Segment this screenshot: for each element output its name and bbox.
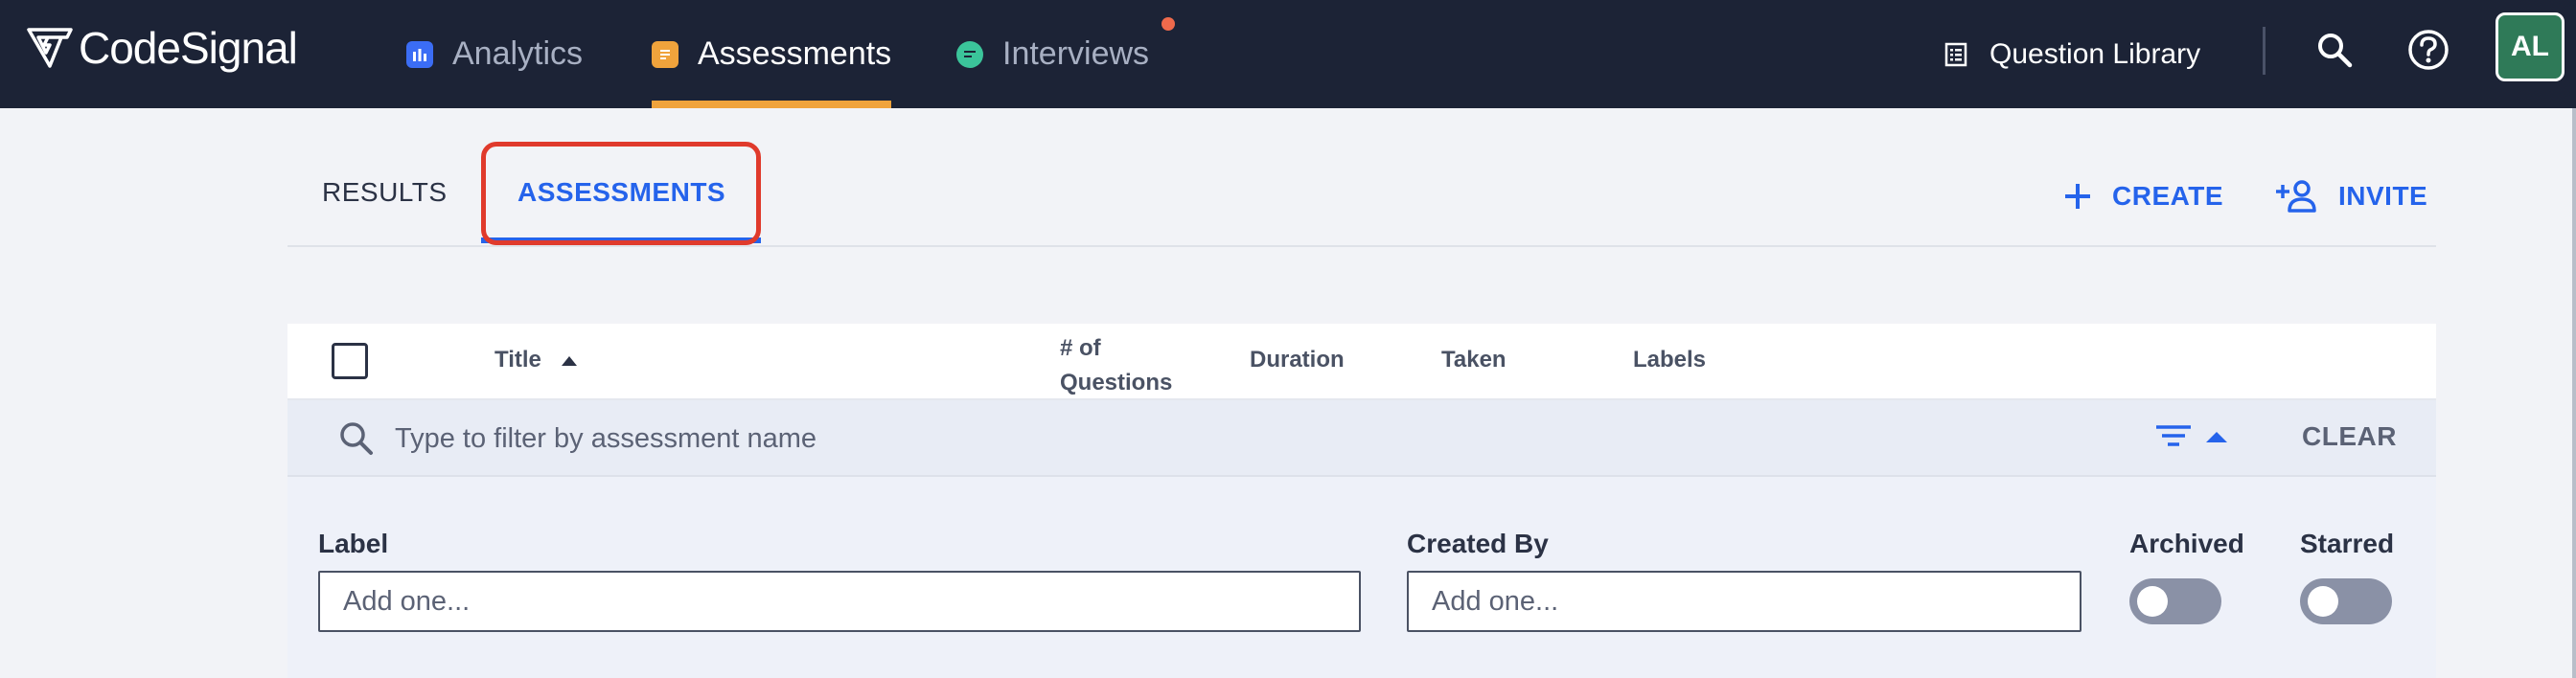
table-header: Title # of Questions Duration Taken Labe… (288, 324, 2436, 400)
library-icon (1944, 42, 1967, 66)
archived-filter-title: Archived (2129, 529, 2244, 558)
search-input[interactable] (395, 414, 1257, 463)
starred-filter-title: Starred (2300, 529, 2395, 558)
column-labels[interactable]: Labels (1633, 347, 1706, 373)
column-questions[interactable]: # of Questions (1060, 331, 1194, 400)
add-user-icon (2276, 180, 2316, 213)
toggle-knob (2137, 586, 2168, 617)
nav-analytics[interactable]: Analytics (406, 0, 583, 108)
label-filter-title: Label (318, 529, 389, 558)
sort-ascending-icon[interactable] (562, 356, 577, 366)
analytics-icon (406, 40, 433, 68)
created-by-filter-title: Created By (1407, 529, 1549, 558)
invite-button[interactable]: INVITE (2275, 172, 2427, 220)
column-duration[interactable]: Duration (1250, 347, 1345, 373)
codesignal-logo-icon (27, 28, 73, 68)
column-taken[interactable]: Taken (1441, 347, 1506, 373)
question-library-link[interactable]: Question Library (1944, 0, 2200, 108)
top-navbar: CodeSignal Analytics Assessments Intervi… (0, 0, 2576, 108)
avatar[interactable]: AL (2496, 12, 2564, 81)
filter-icon (2156, 425, 2191, 446)
create-label: CREATE (2112, 181, 2224, 211)
label-field[interactable] (318, 571, 1361, 632)
create-button[interactable]: CREATE (2062, 172, 2223, 220)
assessments-icon (652, 40, 678, 68)
navbar-divider (2263, 27, 2266, 75)
filter-search-icon (337, 419, 376, 463)
highlight-box (481, 142, 761, 245)
interviews-icon (956, 40, 983, 68)
chevron-up-icon (2206, 432, 2227, 442)
clear-button[interactable]: CLEAR (2302, 421, 2397, 452)
help-icon[interactable] (2405, 27, 2451, 73)
search-icon[interactable] (2312, 27, 2358, 73)
select-all-checkbox[interactable] (332, 343, 368, 379)
nav-assessments[interactable]: Assessments (652, 0, 892, 108)
tab-results[interactable]: RESULTS (322, 140, 448, 245)
filter-row: CLEAR (288, 400, 2436, 477)
notification-dot (1162, 17, 1175, 31)
plus-icon (2065, 184, 2090, 209)
nav-interviews[interactable]: Interviews (956, 0, 1149, 108)
filter-toggle-button[interactable] (2154, 421, 2229, 452)
created-by-field[interactable] (1407, 571, 2082, 632)
column-title[interactable]: Title (494, 347, 541, 373)
archived-toggle[interactable] (2129, 578, 2221, 624)
brand-name: CodeSignal (79, 23, 298, 73)
toggle-knob (2308, 586, 2338, 617)
nav-interviews-label: Interviews (1002, 35, 1150, 72)
window-edge (2572, 108, 2576, 678)
codesignal-logo[interactable]: CodeSignal (25, 21, 298, 75)
invite-label: INVITE (2338, 181, 2428, 211)
nav-assessments-label: Assessments (698, 35, 892, 72)
filter-panel: Label Created By Archived Starred (288, 477, 2436, 678)
question-library-label: Question Library (1990, 37, 2201, 70)
nav-analytics-label: Analytics (452, 35, 584, 72)
starred-toggle[interactable] (2300, 578, 2392, 624)
